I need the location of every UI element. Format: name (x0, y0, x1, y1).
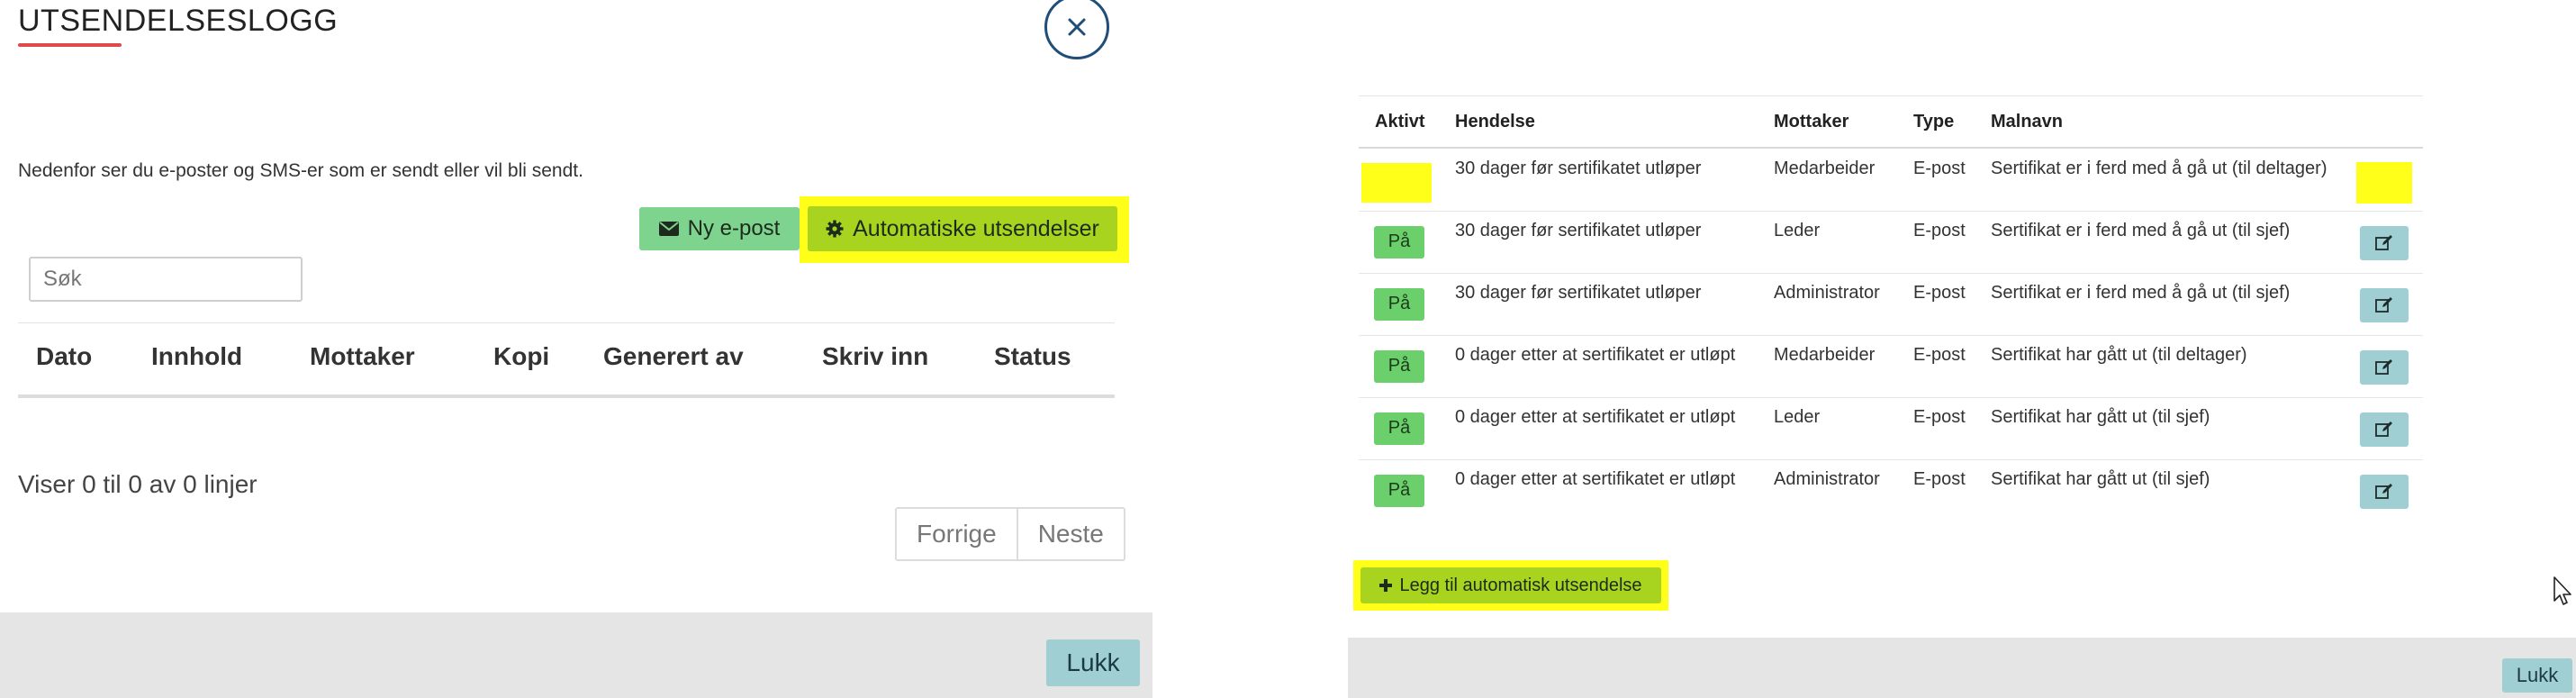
automatic-mailings-button[interactable]: Automatiske utsendelser (808, 206, 1117, 251)
column-header-type: Type (1913, 112, 1955, 131)
column-header-enter[interactable]: Skriv inn (822, 342, 928, 371)
type-cell: E-post (1913, 220, 1966, 240)
recipient-cell: Medarbeider (1774, 344, 1876, 365)
close-modal-button[interactable]: Lukk (1046, 639, 1140, 686)
table-divider (1359, 95, 2423, 96)
column-header-status[interactable]: Status (994, 342, 1071, 371)
column-header-event: Hendelse (1455, 112, 1535, 131)
modal-footer (1348, 638, 2576, 698)
modal-footer (0, 612, 1152, 698)
type-cell: E-post (1913, 158, 1966, 178)
template-cell: Sertifikat har gått ut (til deltager) (1991, 344, 2247, 365)
table-divider (18, 322, 1115, 323)
title-underline (18, 43, 122, 47)
recipient-cell: Leder (1774, 220, 1821, 240)
highlight-box (1361, 163, 1432, 203)
table-header-divider (18, 394, 1115, 398)
row-divider (1359, 459, 2423, 460)
column-header-active: Aktivt (1375, 112, 1425, 131)
edit-icon (2375, 421, 2392, 437)
type-cell: E-post (1913, 344, 1966, 365)
active-toggle[interactable]: På (1374, 225, 1424, 258)
row-divider (1359, 397, 2423, 398)
previous-page-button[interactable]: Forrige (897, 509, 1017, 559)
active-toggle[interactable]: På (1374, 412, 1424, 445)
column-header-template: Malnavn (1991, 112, 2064, 131)
column-header-generated-by[interactable]: Generert av (603, 342, 744, 371)
new-email-label: Ny e-post (687, 216, 781, 240)
envelope-icon (658, 222, 679, 236)
edit-icon (2375, 358, 2392, 375)
recipient-cell: Administrator (1774, 468, 1880, 489)
email-log-modal: UTSENDELSESLOGG Nedenfor ser du e-poster… (0, 0, 1152, 698)
active-toggle[interactable]: På (1374, 349, 1424, 383)
event-cell: 30 dager før sertifikatet utløper (1455, 158, 1702, 178)
table-header-divider (1359, 147, 2423, 149)
add-automatic-mailing-button[interactable]: Legg til automatisk utsendelse (1360, 567, 1661, 603)
pagination: Forrige Neste (895, 507, 1125, 561)
type-cell: E-post (1913, 282, 1966, 303)
highlight-box (2356, 162, 2412, 204)
modal-title: UTSENDELSESLOGG (18, 4, 339, 38)
mouse-cursor-icon (2553, 576, 2571, 605)
close-modal-button[interactable]: Lukk (2502, 658, 2572, 693)
template-cell: Sertifikat er i ferd med å gå ut (til de… (1991, 158, 2327, 178)
column-header-copy[interactable]: Kopi (493, 342, 549, 371)
edit-button[interactable] (2360, 225, 2409, 260)
edit-button[interactable] (2360, 474, 2409, 509)
event-cell: 30 dager før sertifikatet utløper (1455, 282, 1702, 303)
close-button[interactable] (1044, 0, 1109, 59)
plus-icon (1379, 579, 1393, 592)
template-cell: Sertifikat har gått ut (til sjef) (1991, 406, 2210, 427)
search-input[interactable] (29, 257, 303, 302)
edit-icon (2375, 234, 2392, 250)
column-header-recipient[interactable]: Mottaker (310, 342, 415, 371)
template-cell: Sertifikat er i ferd med å gå ut (til sj… (1991, 282, 2291, 303)
recipient-cell: Administrator (1774, 282, 1880, 303)
recipient-cell: Medarbeider (1774, 158, 1876, 178)
type-cell: E-post (1913, 468, 1966, 489)
type-cell: E-post (1913, 406, 1966, 427)
row-divider (1359, 335, 2423, 336)
event-cell: 0 dager etter at sertifikatet er utløpt (1455, 406, 1736, 427)
add-automatic-mailing-label: Legg til automatisk utsendelse (1399, 575, 1642, 595)
automatic-mailings-label: Automatiske utsendelser (853, 215, 1099, 241)
intro-text: Nedenfor ser du e-poster og SMS-er som e… (18, 160, 583, 181)
recipient-cell: Leder (1774, 406, 1821, 427)
edit-icon (2375, 296, 2392, 313)
row-divider (1359, 211, 2423, 212)
table-info: Viser 0 til 0 av 0 linjer (18, 470, 258, 498)
template-cell: Sertifikat er i ferd med å gå ut (til sj… (1991, 220, 2291, 240)
event-cell: 0 dager etter at sertifikatet er utløpt (1455, 344, 1736, 365)
close-icon (1068, 18, 1086, 36)
active-toggle[interactable]: På (1374, 474, 1424, 507)
edit-button[interactable] (2360, 349, 2409, 385)
row-divider (1359, 273, 2423, 274)
column-header-recipient: Mottaker (1774, 112, 1849, 131)
gear-icon (826, 220, 844, 238)
event-cell: 0 dager etter at sertifikatet er utløpt (1455, 468, 1736, 489)
next-page-button[interactable]: Neste (1017, 509, 1124, 559)
new-email-button[interactable]: Ny e-post (639, 207, 800, 250)
active-toggle[interactable]: På (1374, 287, 1424, 321)
edit-button[interactable] (2360, 412, 2409, 447)
edit-button[interactable] (2360, 287, 2409, 322)
column-header-date[interactable]: Dato (36, 342, 92, 371)
column-header-content[interactable]: Innhold (151, 342, 242, 371)
edit-icon (2375, 483, 2392, 499)
template-cell: Sertifikat har gått ut (til sjef) (1991, 468, 2210, 489)
event-cell: 30 dager før sertifikatet utløper (1455, 220, 1702, 240)
